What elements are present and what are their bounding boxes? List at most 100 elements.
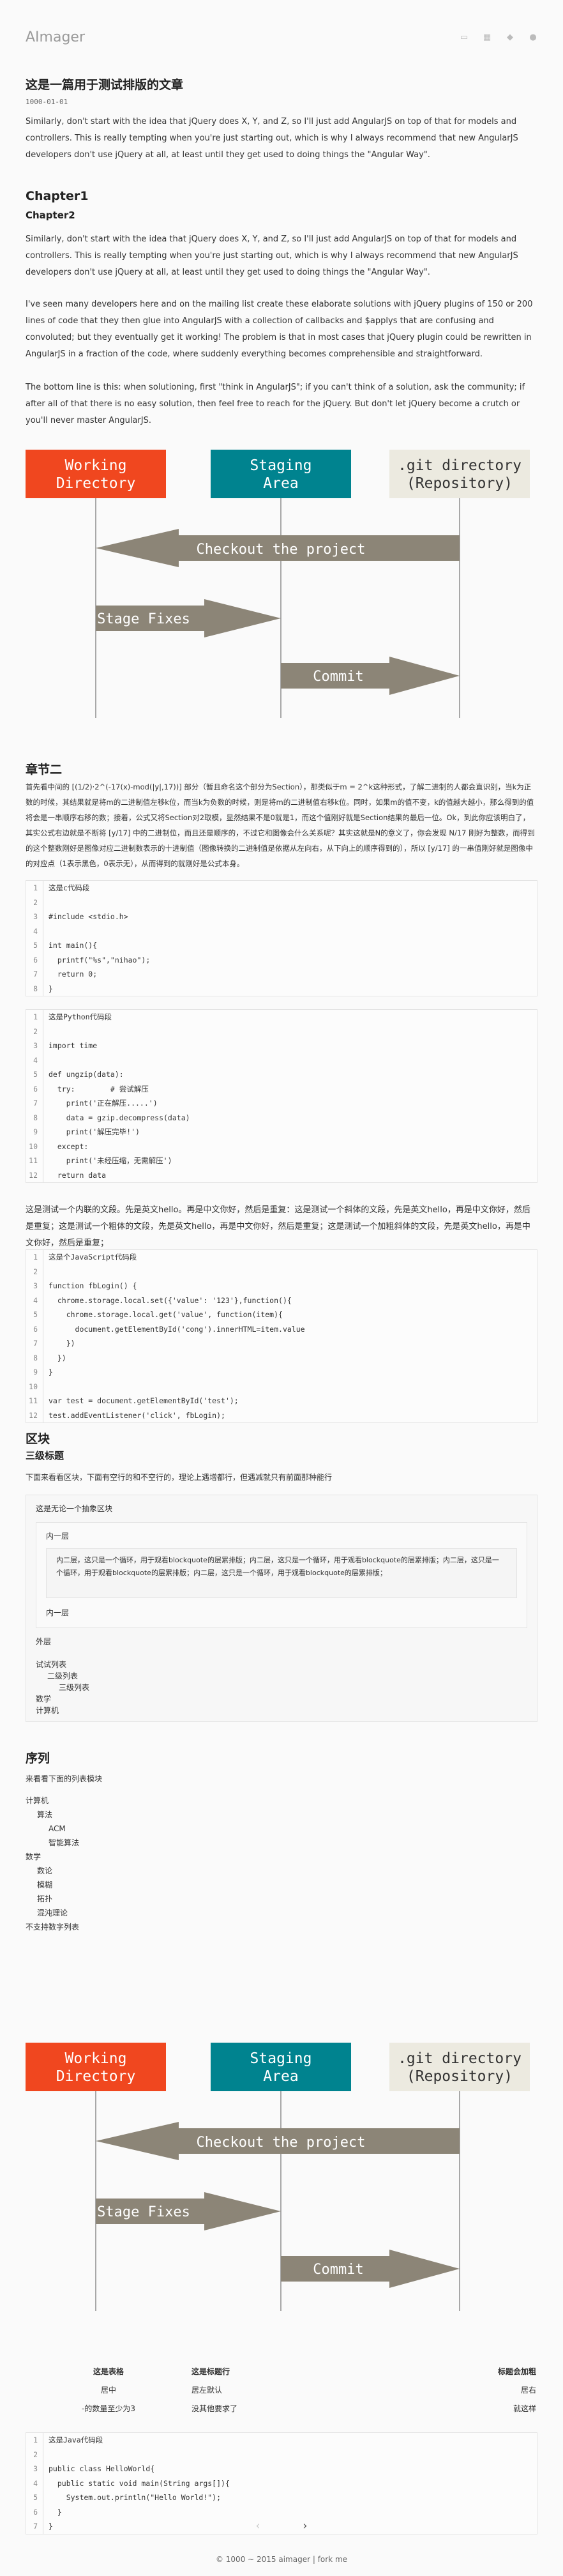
- chapter2-subheading: Chapter2: [26, 210, 75, 221]
- blockquote-list: 试试列表 二级列表 三级列表 数学 计算机: [36, 1659, 89, 1716]
- table-row: 居中 居左默认 居右: [26, 2381, 536, 2399]
- sequence-heading: 序列: [26, 1751, 50, 1765]
- table-cell: 居右: [520, 2386, 536, 2395]
- intro-paragraph: Similarly, don't start with the idea tha…: [26, 117, 518, 160]
- line-number: 5: [26, 2490, 43, 2505]
- code-text: int main(){: [49, 941, 98, 950]
- commit-arrow: [281, 657, 460, 695]
- code-text: 这是Python代码段: [49, 1012, 112, 1021]
- code-text: }: [49, 1368, 53, 1376]
- list-item: 计算机: [26, 1796, 49, 1805]
- code-text: System.out.println("Hello World!");: [49, 2493, 221, 2502]
- code-line: 3 import time: [26, 1039, 537, 1053]
- code-text: }): [49, 1339, 75, 1348]
- staging-area-label-1: Staging: [250, 457, 312, 474]
- chat-icon[interactable]: ▭: [460, 33, 469, 42]
- sequence-no-numbers: 不支持数字列表: [26, 1923, 80, 1932]
- table-header: 标题会加粗: [497, 2367, 536, 2376]
- code-text: chrome.storage.local.get('value', functi…: [49, 1310, 283, 1319]
- table-cell: -的数量至少为3: [82, 2404, 135, 2413]
- code-line: 5 System.out.println("Hello World!");: [26, 2490, 537, 2505]
- code-text: except:: [49, 1141, 89, 1151]
- staging-area-label-2: Area: [263, 475, 298, 492]
- code-line: 10: [26, 1379, 537, 1394]
- list-item: 计算机: [36, 1706, 59, 1715]
- line-number: 4: [26, 2476, 43, 2490]
- outer-blockquote-title: 这是无论一个抽象区块: [36, 1504, 113, 1513]
- site-footer: © 1000 ~ 2015 aimager | fork me: [215, 2555, 348, 2564]
- svg-text:.git directory: .git directory: [398, 2050, 522, 2067]
- code-text: 这是Java代码段: [49, 2435, 103, 2444]
- code-text: public static void main(String args[]){: [49, 2478, 230, 2488]
- line-number: 2: [26, 1264, 43, 1279]
- list-item: 模糊: [37, 1880, 53, 1889]
- code-line: 10 except:: [26, 1139, 537, 1154]
- code-text: try: # 尝试解压: [49, 1084, 149, 1094]
- line-number: 8: [26, 1110, 43, 1125]
- list-item: 混沌理论: [37, 1909, 68, 1917]
- inner-blockquote-label: 内一层: [46, 1532, 70, 1541]
- code-text: return data: [49, 1170, 107, 1180]
- svg-text:(Repository): (Repository): [407, 2068, 513, 2085]
- list-item: 智能算法: [49, 1838, 80, 1847]
- line-number: 4: [26, 1053, 43, 1067]
- line-number: 6: [26, 2504, 43, 2519]
- sequence-list: 计算机 算法 ACM 智能算法 数学 数论 模糊 拓扑 混沌理论 不支持数字列表: [26, 1794, 536, 1934]
- blocks-heading: 区块: [26, 1432, 50, 1446]
- table-cell: 就这样: [513, 2404, 536, 2413]
- line-number: 10: [26, 1379, 43, 1394]
- code-line: 12 return data: [26, 1168, 537, 1182]
- working-directory-label-1: Working: [65, 457, 127, 474]
- table-row: -的数量至少为3 没其他要求了 就这样: [26, 2399, 536, 2418]
- repository-label-2: (Repository): [407, 475, 513, 492]
- repository-label-1: .git directory: [398, 457, 522, 474]
- code-text: #include <stdio.h>: [49, 912, 128, 921]
- next-page-button[interactable]: ›: [296, 2519, 315, 2533]
- list-item: 试试列表: [36, 1660, 67, 1669]
- table-header: 这是标题行: [191, 2367, 230, 2376]
- line-number: 1: [26, 1250, 43, 1265]
- site-logo[interactable]: AImager: [26, 29, 85, 45]
- code-line: 3 function fbLogin() {: [26, 1279, 537, 1293]
- code-line: 1 这是Python代码段: [26, 1010, 537, 1025]
- prev-page-button[interactable]: ‹: [248, 2519, 267, 2533]
- image-icon[interactable]: ▦: [483, 33, 492, 42]
- code-text: print('正在解压.....'): [49, 1099, 158, 1108]
- chapter1-paragraph-2: I've seen many developers here and on th…: [26, 300, 533, 359]
- line-number: 11: [26, 1394, 43, 1408]
- header-icons: ▭ ▦ ◆ ●: [460, 33, 537, 42]
- code-text: print('未经压缩，无需解压'): [49, 1156, 172, 1165]
- code-line: 11 print('未经压缩，无需解压'): [26, 1154, 537, 1168]
- pager: ‹ ›: [0, 2519, 563, 2538]
- user-icon[interactable]: ●: [529, 33, 537, 42]
- code-text: data = gzip.decompress(data): [49, 1113, 190, 1122]
- code-line: 3 public class HelloWorld{: [26, 2462, 537, 2476]
- list-item: 数论: [37, 1866, 53, 1875]
- svg-text:Stage Fixes: Stage Fixes: [97, 2204, 190, 2220]
- math-paragraph: 首先看中间的 [(1/2)·2^(-17(x)-mod(|y|,17))] 部分…: [26, 782, 535, 868]
- tag-icon[interactable]: ◆: [506, 33, 514, 42]
- line-number: 5: [26, 1067, 43, 1082]
- table-header: 这是表格: [93, 2367, 124, 2376]
- line-number: 3: [26, 2462, 43, 2476]
- code-line: 8 data = gzip.decompress(data): [26, 1110, 537, 1125]
- code-line: 6 document.getElementById('cong').innerH…: [26, 1322, 537, 1336]
- commit-arrow-label: Commit: [313, 669, 363, 685]
- code-line: 4: [26, 924, 537, 938]
- code-text: }: [49, 984, 53, 993]
- code-line: 1 这是Java代码段: [26, 2433, 537, 2448]
- table-cell: 居左默认: [191, 2386, 223, 2395]
- js-code-block: 1 这是个JavaScript代码段 2 3 function fbLogin() {4…: [26, 1249, 537, 1423]
- line-number: 3: [26, 910, 43, 924]
- code-line: 4 chrome.storage.local.set({'value': '12…: [26, 1293, 537, 1307]
- code-line: 2: [26, 2447, 537, 2462]
- python-code-block: 1 这是Python代码段 2 3 import time 4 5 def ungzip(da…: [26, 1009, 537, 1183]
- line-number: 5: [26, 1307, 43, 1322]
- code-text: 这是个JavaScript代码段: [49, 1253, 137, 1261]
- chapter-two-heading: 章节二: [26, 763, 63, 777]
